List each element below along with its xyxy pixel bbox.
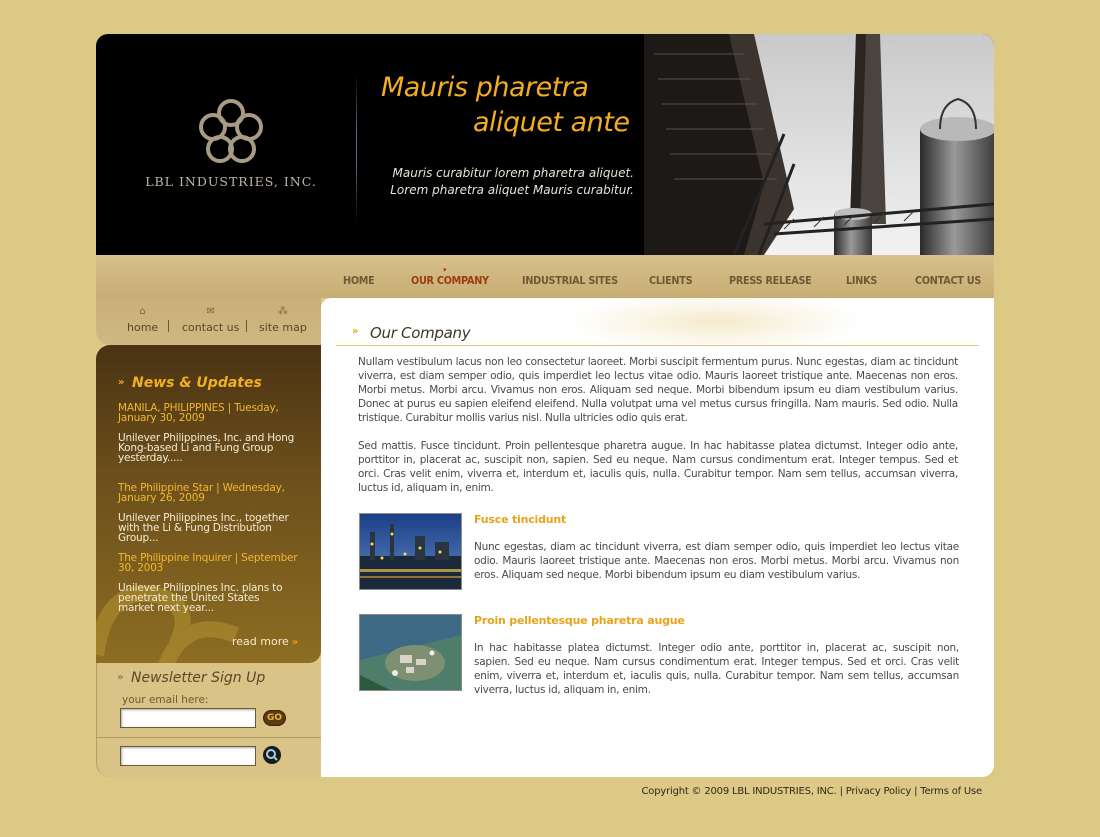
news-title: News & Updates <box>132 375 262 391</box>
copyright-text: Copyright © 2009 LBL INDUSTRIES, INC. <box>641 786 837 797</box>
nav-clients[interactable]: CLIENTS <box>649 274 693 287</box>
email-input[interactable] <box>120 708 256 728</box>
quick-link-label: site map <box>259 321 307 334</box>
privacy-policy-link[interactable]: Privacy Policy <box>846 786 912 797</box>
news-headline[interactable]: MANILA, PHILIPPINES | Tuesday, January 3… <box>118 403 298 424</box>
news-panel: » News & Updates MANILA, PHILIPPINES | T… <box>96 345 321 663</box>
read-more-link[interactable]: read more» <box>232 635 298 648</box>
divider <box>97 737 322 738</box>
feature-text: Nunc egestas, diam ac tincidunt viverra,… <box>474 541 959 581</box>
nav-press-release[interactable]: PRESS RELEASE <box>729 274 812 287</box>
header-subtagline-line2: Lorem pharetra aliquet Mauris curabitur. <box>390 183 634 197</box>
active-indicator-icon: ▾ <box>443 266 448 274</box>
quick-link-label: home <box>127 321 159 334</box>
news-summary: Unilever Philippines, Inc. and Hong Kong… <box>118 432 295 464</box>
aerial-plant-thumbnail[interactable] <box>359 614 462 691</box>
double-arrow-icon: » <box>118 377 125 388</box>
quick-link-site-map[interactable]: ⁂ site map <box>259 306 307 334</box>
newsletter-title: Newsletter Sign Up <box>131 670 266 686</box>
header-banner: LBL INDUSTRIES, INC. Mauris pharetra ali… <box>96 34 994 255</box>
search-input[interactable] <box>120 746 256 766</box>
news-item: MANILA, PHILIPPINES | Tuesday, January 3… <box>118 403 298 464</box>
quick-links: ⌂ home ✉ contact us ⁂ site map <box>96 298 321 345</box>
quick-link-label: contact us <box>182 321 240 334</box>
main-content: » Our Company Nullam vestibulum lacus no… <box>321 298 994 777</box>
header-subtagline-line1: Mauris curabitur lorem pharetra aliquet. <box>392 166 635 180</box>
magnifier-icon <box>266 749 278 761</box>
footer: Copyright © 2009 LBL INDUSTRIES, INC. | Pr… <box>641 786 983 797</box>
header-tagline-line1: Mauris pharetra <box>381 72 589 103</box>
terms-of-use-link[interactable]: Terms of Use <box>920 786 982 797</box>
flower-logo-icon <box>199 99 263 163</box>
industrial-plant-photo <box>644 34 994 255</box>
news-item: The Philippine Star | Wednesday, January… <box>118 483 298 544</box>
sitemap-icon: ⁂ <box>277 306 288 317</box>
footer-separator: | <box>914 786 918 797</box>
header-divider <box>356 72 357 222</box>
quick-link-separator <box>246 320 247 332</box>
news-headline[interactable]: The Philippine Star | Wednesday, January… <box>118 483 298 504</box>
page-title: Our Company <box>370 324 471 342</box>
footer-separator: | <box>839 786 843 797</box>
feature-title[interactable]: Fusce tincidunt <box>474 513 566 526</box>
news-list: MANILA, PHILIPPINES | Tuesday, January 3… <box>118 403 298 614</box>
main-nav-band: HOME ▾ OUR COMPANY INDUSTRIAL SITES CLIE… <box>96 255 994 298</box>
search-button[interactable] <box>263 746 281 764</box>
news-summary: Unilever Philippines Inc. plans to penet… <box>118 582 283 614</box>
go-button[interactable]: GO <box>263 710 286 726</box>
feature-title[interactable]: Proin pellentesque pharetra augue <box>474 614 685 627</box>
quick-link-contact-us[interactable]: ✉ contact us <box>182 306 239 334</box>
company-name: LBL INDUSTRIES, INC. <box>145 174 317 189</box>
news-headline[interactable]: The Philippine Inquirer | September 30, … <box>118 553 298 574</box>
newsletter-panel: » Newsletter Sign Up your email here: GO <box>96 663 322 777</box>
main-nav: HOME ▾ OUR COMPANY INDUSTRIAL SITES CLIE… <box>321 255 994 298</box>
email-label: your email here: <box>122 694 209 706</box>
envelope-icon: ✉ <box>206 306 215 317</box>
logo[interactable]: LBL INDUSTRIES, INC. <box>136 96 326 189</box>
intro-paragraph: Nullam vestibulum lacus non leo consecte… <box>358 356 958 424</box>
nav-home[interactable]: HOME <box>343 274 375 287</box>
news-summary: Unilever Philippines Inc., together with… <box>118 512 289 544</box>
main-title-band: » Our Company <box>336 298 979 346</box>
quick-link-home[interactable]: ⌂ home <box>127 306 158 334</box>
house-icon: ⌂ <box>139 306 146 317</box>
read-more-label: read more <box>232 635 289 648</box>
double-arrow-icon: » <box>117 672 124 683</box>
double-arrow-icon: » <box>291 637 299 648</box>
nav-contact-us[interactable]: CONTACT US <box>915 274 981 287</box>
double-arrow-icon: » <box>352 326 359 337</box>
nav-our-company[interactable]: OUR COMPANY <box>411 274 489 287</box>
header-tagline-line2: aliquet ante <box>473 107 630 138</box>
refinery-night-thumbnail[interactable] <box>359 513 462 590</box>
nav-industrial-sites[interactable]: INDUSTRIAL SITES <box>522 274 618 287</box>
quick-link-separator <box>168 320 169 332</box>
intro-paragraph: Sed mattis. Fusce tincidunt. Proin pelle… <box>358 440 958 494</box>
page-wrapper: LBL INDUSTRIES, INC. Mauris pharetra ali… <box>96 34 994 777</box>
news-item: The Philippine Inquirer | September 30, … <box>118 553 298 614</box>
feature-text: In hac habitasse platea dictumst. Intege… <box>474 642 959 696</box>
nav-links[interactable]: LINKS <box>846 274 877 287</box>
